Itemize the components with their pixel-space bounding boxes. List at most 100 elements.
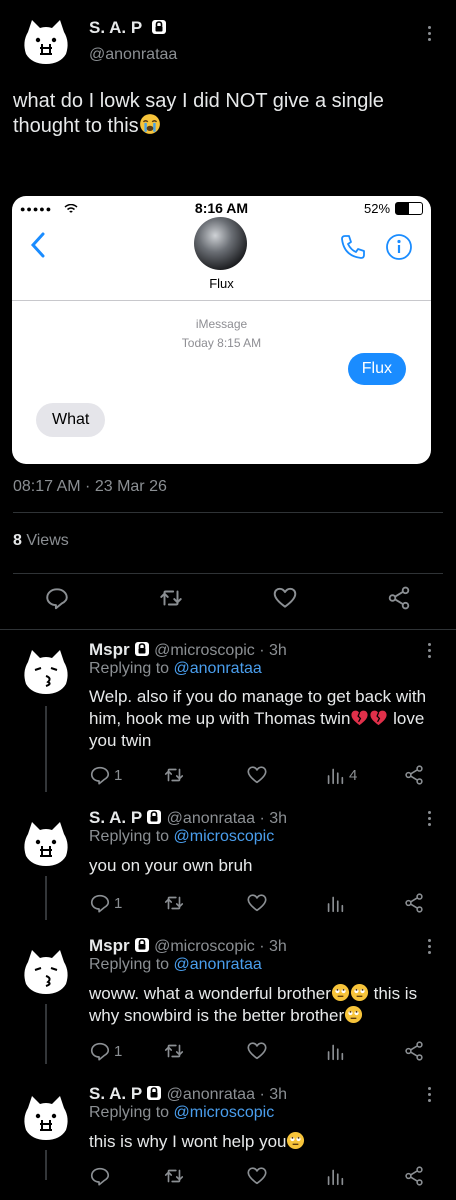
like-button[interactable] <box>246 1040 268 1062</box>
reply-count: 1 <box>114 894 123 912</box>
reply-avatar[interactable] <box>18 644 74 700</box>
replying-to: Replying to @anonrataa <box>89 660 262 678</box>
more-icon[interactable] <box>428 26 432 44</box>
info-icon[interactable] <box>385 233 413 261</box>
reply-author-handle[interactable]: @microscopic <box>154 938 255 955</box>
reply-button[interactable]: 1 <box>89 892 122 914</box>
thread-line <box>45 706 47 792</box>
author-avatar[interactable] <box>18 14 74 70</box>
broken-heart-emoji-icon <box>350 708 369 727</box>
views-icon <box>324 1040 346 1062</box>
retweet-icon <box>163 1165 185 1187</box>
views-button[interactable] <box>324 1165 346 1187</box>
author-name-row[interactable]: S. A. P <box>89 18 167 38</box>
reply-button[interactable]: 1 <box>89 764 122 786</box>
views-icon <box>324 764 346 786</box>
reply-header: Mspr @microscopic · 3h <box>89 936 287 956</box>
retweet-icon <box>163 1040 185 1062</box>
reply-text: woww. what a wonderful brother this is w… <box>89 983 429 1027</box>
battery-percent: 52% <box>364 201 391 216</box>
back-chevron-icon[interactable] <box>30 232 46 258</box>
share-button[interactable] <box>403 892 425 914</box>
phone-call-icon[interactable] <box>339 233 367 261</box>
reply-text: this is why I wont help you <box>89 1131 429 1153</box>
lock-icon <box>134 641 150 657</box>
more-icon[interactable] <box>428 811 432 829</box>
more-icon[interactable] <box>428 643 432 661</box>
reply-text-part: this is why I wont help you <box>89 1132 287 1151</box>
replying-to: Replying to @anonrataa <box>89 956 262 974</box>
retweet-icon <box>163 764 185 786</box>
contact-avatar[interactable] <box>194 217 247 270</box>
reply-author-name[interactable]: Mspr <box>89 936 130 955</box>
author-name: S. A. P <box>89 18 142 37</box>
reply-icon <box>89 1040 111 1062</box>
author-handle[interactable]: @anonrataa <box>89 46 177 64</box>
reply-icon <box>89 892 111 914</box>
views-button[interactable] <box>324 1040 346 1062</box>
like-button[interactable] <box>272 585 298 611</box>
reply-author-handle[interactable]: @anonrataa <box>167 810 255 827</box>
tweet-timestamp[interactable]: 08:17 AM · 23 Mar 26 <box>13 478 167 496</box>
retweet-button[interactable] <box>163 1040 185 1062</box>
lock-icon <box>151 19 167 35</box>
reply-author-handle[interactable]: @microscopic <box>154 642 255 659</box>
reply-avatar[interactable] <box>18 1090 74 1146</box>
reply-time: · 3h <box>259 938 287 955</box>
replying-to-handle[interactable]: @anonrataa <box>174 660 262 677</box>
reply-avatar[interactable] <box>18 944 74 1000</box>
like-icon <box>272 585 298 611</box>
retweet-button[interactable] <box>163 764 185 786</box>
retweet-button[interactable] <box>163 1165 185 1187</box>
like-button[interactable] <box>246 764 268 786</box>
header-divider <box>12 300 431 301</box>
reply-author-name[interactable]: Mspr <box>89 640 130 659</box>
views-button[interactable] <box>324 892 346 914</box>
share-icon <box>403 1165 425 1187</box>
reply-time: · 3h <box>259 1086 288 1103</box>
views-label: Views <box>26 532 69 549</box>
incoming-message: What <box>36 403 106 437</box>
divider <box>13 573 443 574</box>
share-icon <box>403 892 425 914</box>
reply-button[interactable] <box>89 1165 111 1187</box>
contact-name[interactable]: Flux <box>12 276 431 291</box>
share-button[interactable] <box>403 1165 425 1187</box>
replying-to: Replying to @microscopic <box>89 828 274 846</box>
share-button[interactable] <box>403 1040 425 1062</box>
like-button[interactable] <box>246 892 268 914</box>
replying-to-label: Replying to <box>89 956 170 973</box>
replying-to-handle[interactable]: @anonrataa <box>174 956 262 973</box>
retweet-icon <box>158 585 184 611</box>
reply-author-name[interactable]: S. A. P <box>89 808 142 827</box>
more-icon[interactable] <box>428 939 432 957</box>
views-icon <box>324 892 346 914</box>
reply-text-part: woww. what a wonderful brother <box>89 984 331 1003</box>
embedded-screenshot[interactable]: ●●●●● 8:16 AM 52% Flux iMessage Today 8:… <box>12 196 431 464</box>
reply-avatar[interactable] <box>18 816 74 872</box>
replying-to-handle[interactable]: @microscopic <box>174 828 275 845</box>
views-icon <box>324 1165 346 1187</box>
reply-button[interactable] <box>44 585 70 611</box>
retweet-button[interactable] <box>163 892 185 914</box>
reply-button[interactable]: 1 <box>89 1040 122 1062</box>
share-icon <box>403 1040 425 1062</box>
date-label: Today 8:15 AM <box>181 336 262 350</box>
share-button[interactable] <box>386 585 412 611</box>
share-button[interactable] <box>403 764 425 786</box>
reply-icon <box>89 764 111 786</box>
reply-author-handle[interactable]: @anonrataa <box>167 1086 255 1103</box>
reply-header: Mspr @microscopic · 3h <box>89 640 287 660</box>
replying-to-handle[interactable]: @microscopic <box>174 1104 275 1121</box>
reply-text-part: you on your own bruh <box>89 856 253 875</box>
eye-roll-emoji-icon <box>344 1005 363 1024</box>
views-stat[interactable]: 8 Views <box>13 532 69 550</box>
lock-icon <box>146 809 162 825</box>
reply-icon <box>44 585 70 611</box>
like-button[interactable] <box>246 1165 268 1187</box>
reply-author-name[interactable]: S. A. P <box>89 1084 142 1103</box>
more-icon[interactable] <box>428 1087 432 1105</box>
like-icon <box>246 1165 268 1187</box>
retweet-button[interactable] <box>158 585 184 611</box>
views-button[interactable]: 4 <box>324 764 357 786</box>
